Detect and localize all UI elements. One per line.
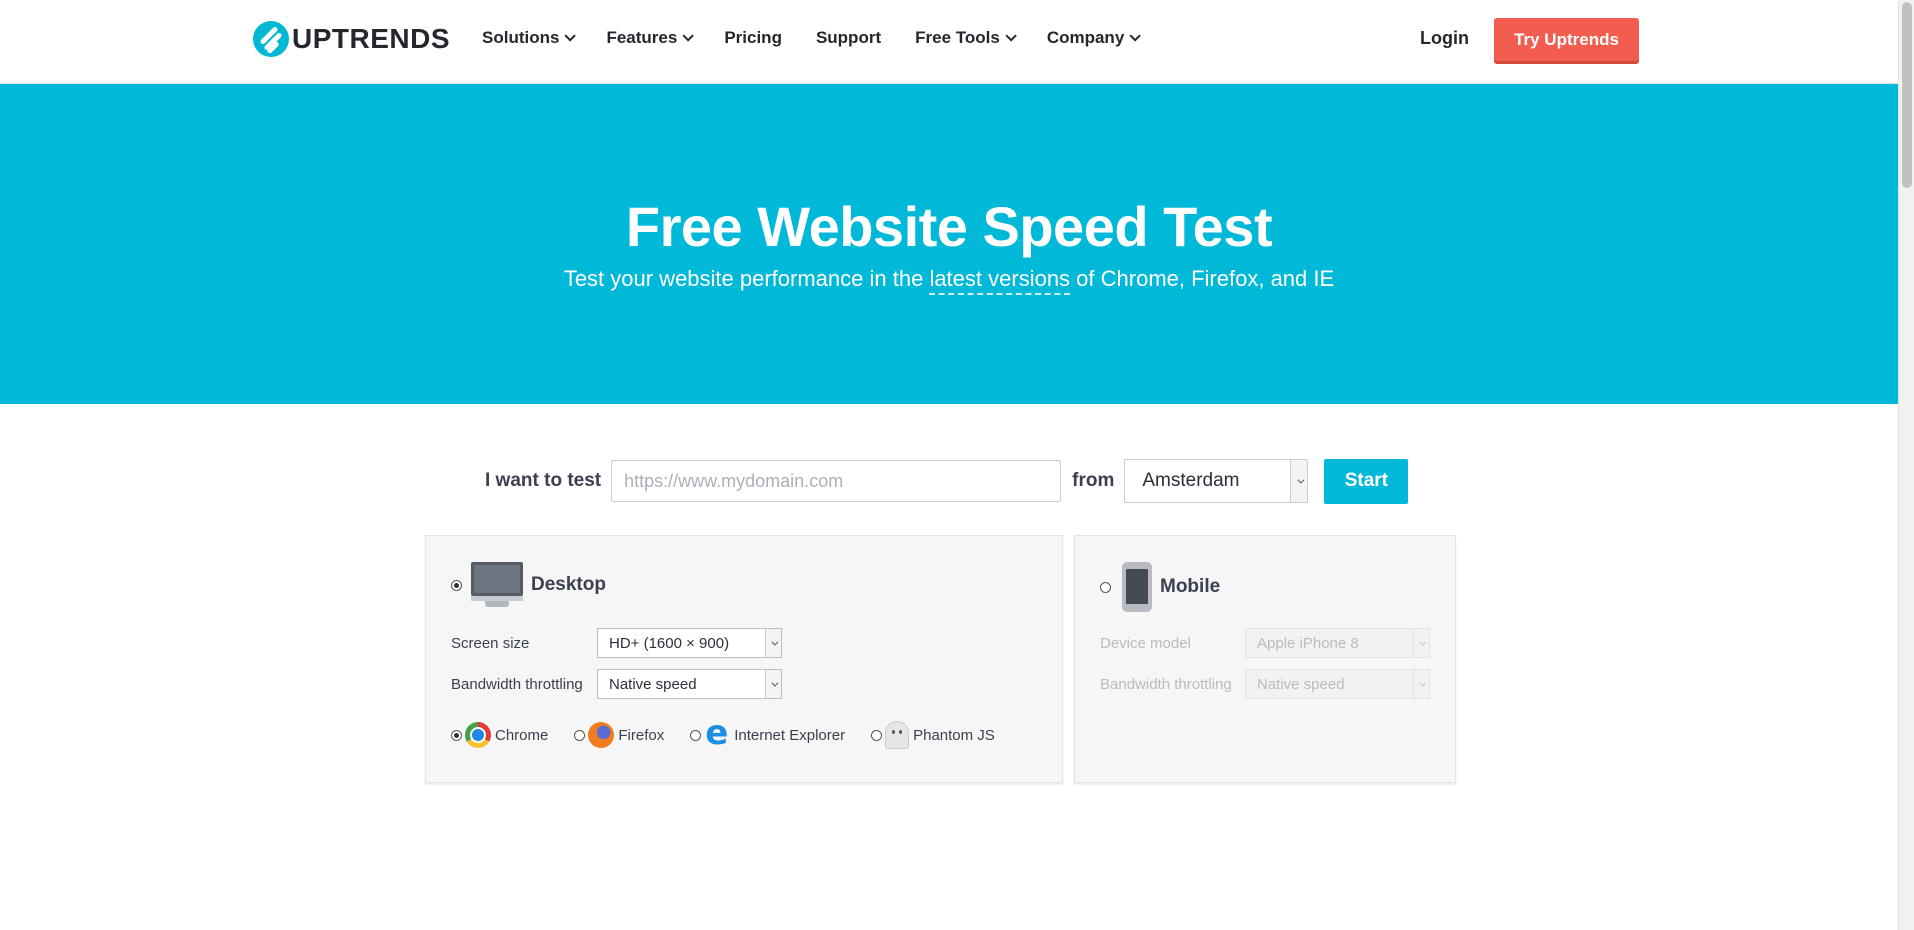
bandwidth-row: Bandwidth throttling Native speed	[451, 669, 782, 699]
main-nav: Solutions Features Pricing Support Free …	[482, 28, 1171, 48]
page-scrollbar[interactable]	[1898, 0, 1914, 930]
chevron-down-icon	[765, 670, 781, 698]
nav-label: Free Tools	[915, 28, 1000, 47]
url-input[interactable]	[611, 460, 1062, 502]
nav-label: Solutions	[482, 28, 560, 47]
mobile-panel: Mobile Device model Apple iPhone 8 Bandw…	[1074, 535, 1456, 783]
subtitle-text: Test your website performance in the	[563, 266, 930, 291]
chevron-down-icon	[682, 30, 695, 42]
device-model-select[interactable]: Apple iPhone 8	[1245, 628, 1430, 658]
latest-versions-link[interactable]: latest versions	[929, 266, 1071, 295]
browser-label: Internet Explorer	[734, 726, 846, 744]
chevron-down-icon	[1413, 629, 1429, 657]
subtitle-text: of Chrome, Firefox, and IE	[1070, 266, 1335, 291]
chrome-icon	[465, 722, 491, 748]
device-model-label: Device model	[1100, 634, 1191, 652]
chevron-down-icon	[1005, 30, 1017, 42]
browser-label: Firefox	[618, 726, 665, 744]
mobile-bandwidth-value: Native speed	[1257, 675, 1345, 693]
firefox-radio[interactable]	[574, 729, 586, 741]
page-title: Free Website Speed Test	[625, 195, 1273, 258]
device-model-value: Apple iPhone 8	[1257, 634, 1359, 652]
desktop-option: Desktop	[451, 562, 606, 608]
chevron-down-icon	[765, 629, 781, 657]
try-uptrends-button[interactable]: Try Uptrends	[1494, 18, 1639, 61]
mobile-option: Mobile	[1100, 562, 1220, 612]
nav-label: Features	[606, 28, 678, 47]
nav-solutions[interactable]: Solutions	[482, 28, 577, 48]
test-form: I want to test from Amsterdam Start	[485, 458, 1409, 504]
from-label: from	[1072, 470, 1115, 491]
mobile-bandwidth-label: Bandwidth throttling	[1100, 675, 1232, 693]
nav-company[interactable]: Company	[1046, 28, 1142, 48]
location-value: Amsterdam	[1142, 470, 1240, 491]
desktop-title: Desktop	[531, 574, 606, 595]
desktop-monitor-icon	[471, 562, 523, 608]
ie-icon	[704, 713, 730, 753]
screen-size-select[interactable]: HD+ (1600 × 900)	[597, 628, 782, 658]
browser-label: Chrome	[495, 726, 549, 744]
nav-support[interactable]: Support	[816, 28, 881, 48]
chevron-down-icon	[1129, 30, 1142, 42]
mobile-bandwidth-row: Bandwidth throttling Native speed	[1100, 669, 1430, 699]
browser-option-firefox[interactable]: Firefox	[574, 722, 664, 748]
uptrends-logo-icon	[253, 21, 289, 57]
scrollbar-thumb[interactable]	[1902, 2, 1912, 188]
nav-free-tools[interactable]: Free Tools	[915, 28, 1017, 48]
nav-pricing[interactable]: Pricing	[724, 28, 782, 48]
location-select[interactable]: Amsterdam	[1124, 459, 1309, 503]
bandwidth-value: Native speed	[609, 675, 697, 693]
browser-option-phantomjs[interactable]: Phantom JS	[871, 721, 995, 749]
desktop-panel: Desktop Screen size HD+ (1600 × 900) Ban…	[425, 535, 1063, 783]
nav-features[interactable]: Features	[606, 28, 695, 48]
logo[interactable]: UPTRENDS	[253, 20, 450, 58]
browser-label: Phantom JS	[913, 726, 995, 744]
hero-banner: Free Website Speed Test Test your websit…	[0, 84, 1898, 404]
nav-label: Support	[815, 28, 882, 47]
nav-label: Pricing	[724, 28, 782, 47]
screen-size-value: HD+ (1600 × 900)	[609, 634, 730, 652]
mobile-radio[interactable]	[1100, 581, 1111, 593]
site-header: UPTRENDS Solutions Features Pricing Supp…	[0, 0, 1898, 84]
screen-size-row: Screen size HD+ (1600 × 900)	[451, 628, 782, 658]
nav-label: Company	[1046, 28, 1125, 47]
chrome-radio[interactable]	[451, 729, 462, 741]
browser-option-chrome[interactable]: Chrome	[451, 722, 548, 748]
browser-options: Chrome Firefox Internet Explorer Phantom…	[451, 713, 1021, 753]
ghost-icon	[885, 721, 910, 749]
mobile-title: Mobile	[1160, 576, 1221, 597]
bandwidth-label: Bandwidth throttling	[451, 675, 583, 693]
screen-size-label: Screen size	[451, 634, 530, 652]
hero-subtitle: Test your website performance in the lat…	[0, 266, 1898, 295]
chevron-down-icon	[564, 30, 577, 42]
test-label: I want to test	[485, 470, 602, 491]
chevron-down-icon	[1413, 670, 1429, 698]
login-link[interactable]: Login	[1420, 28, 1469, 49]
browser-option-ie[interactable]: Internet Explorer	[690, 713, 846, 753]
chevron-down-icon	[1290, 460, 1308, 502]
ie-radio[interactable]	[690, 729, 702, 741]
firefox-icon	[588, 722, 615, 748]
phone-icon	[1122, 562, 1152, 612]
logo-text: UPTRENDS	[292, 23, 451, 54]
desktop-radio[interactable]	[451, 579, 462, 591]
start-button[interactable]: Start	[1324, 458, 1409, 504]
mobile-bandwidth-select[interactable]: Native speed	[1245, 669, 1430, 699]
device-model-row: Device model Apple iPhone 8	[1100, 628, 1430, 658]
bandwidth-select[interactable]: Native speed	[597, 669, 782, 699]
phantomjs-radio[interactable]	[871, 729, 883, 741]
